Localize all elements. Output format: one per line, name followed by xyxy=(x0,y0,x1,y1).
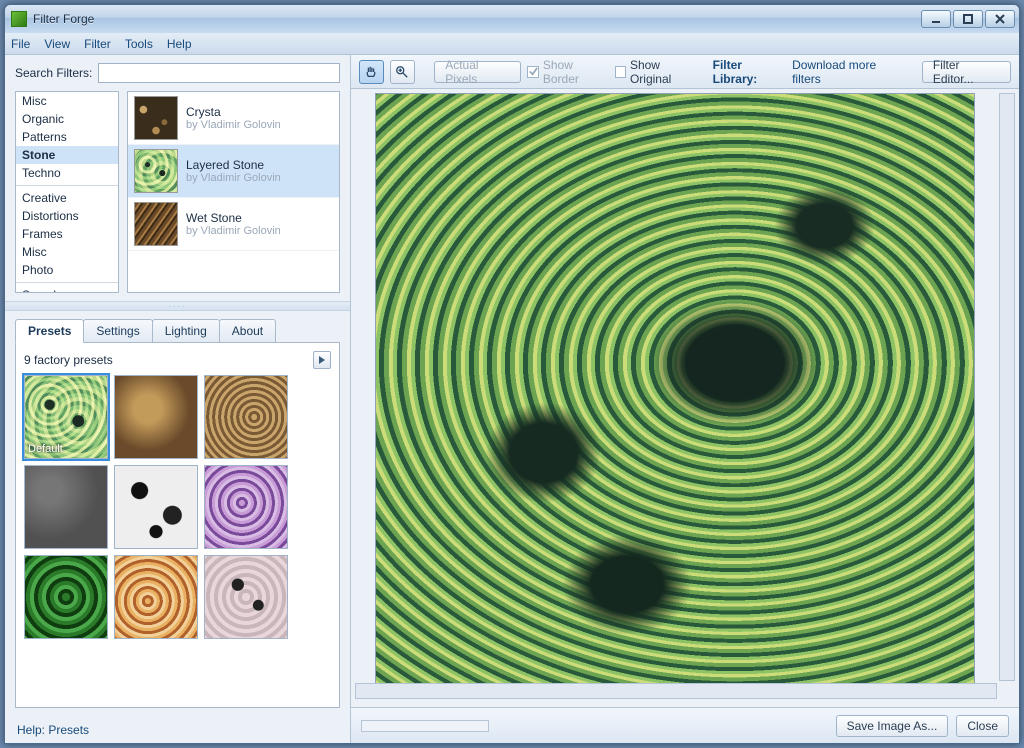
horizontal-scrollbar[interactable] xyxy=(355,683,997,699)
maximize-button[interactable] xyxy=(953,10,983,28)
filter-thumb xyxy=(134,96,178,140)
preset-swatch[interactable]: Default xyxy=(24,375,108,459)
filter-name: Wet Stone xyxy=(186,211,281,225)
download-filters-link[interactable]: Download more filters xyxy=(792,58,902,86)
zoom-tool-button[interactable] xyxy=(390,60,415,84)
preset-label: Default xyxy=(28,443,63,455)
preview-toolbar: Actual Pixels Show Border Show Original … xyxy=(351,55,1019,89)
preset-swatch[interactable] xyxy=(204,375,288,459)
pan-tool-button[interactable] xyxy=(359,60,384,84)
left-panel: Search Filters: MiscOrganicPatternsStone… xyxy=(5,55,351,743)
category-item[interactable]: Stone xyxy=(16,146,118,164)
tab-presets[interactable]: Presets xyxy=(15,319,84,343)
filter-item[interactable]: Wet Stoneby Vladimir Golovin xyxy=(128,198,339,251)
category-item[interactable]: Frames xyxy=(16,225,118,243)
actual-pixels-button[interactable]: Actual Pixels xyxy=(434,61,521,83)
menu-view[interactable]: View xyxy=(44,37,70,51)
filter-item[interactable]: Layered Stoneby Vladimir Golovin xyxy=(128,145,339,198)
render-progress xyxy=(361,720,489,732)
preset-swatch[interactable] xyxy=(114,555,198,639)
filter-library-label: Filter Library: xyxy=(713,58,786,86)
titlebar[interactable]: Filter Forge xyxy=(5,5,1019,33)
category-item[interactable]: Search xyxy=(16,286,118,293)
preset-swatch[interactable] xyxy=(24,465,108,549)
category-item[interactable]: Patterns xyxy=(16,128,118,146)
filter-name: Layered Stone xyxy=(186,158,281,172)
preset-swatch[interactable] xyxy=(204,465,288,549)
category-item[interactable]: Creative xyxy=(16,189,118,207)
splitter-handle[interactable]: ···· xyxy=(5,301,350,311)
right-panel: Actual Pixels Show Border Show Original … xyxy=(351,55,1019,743)
preset-swatch[interactable] xyxy=(204,555,288,639)
preset-swatch[interactable] xyxy=(114,465,198,549)
presets-panel: 9 factory presets Default xyxy=(15,342,340,708)
presets-count-label: 9 factory presets xyxy=(24,353,113,367)
menu-filter[interactable]: Filter xyxy=(84,37,111,51)
filter-thumb xyxy=(134,149,178,193)
filter-name: Crysta xyxy=(186,105,281,119)
tab-settings[interactable]: Settings xyxy=(83,319,152,343)
search-input[interactable] xyxy=(98,63,340,83)
category-item[interactable]: Misc xyxy=(16,243,118,261)
tab-lighting[interactable]: Lighting xyxy=(152,319,220,343)
menu-tools[interactable]: Tools xyxy=(125,37,153,51)
filter-author: by Vladimir Golovin xyxy=(186,119,281,131)
close-window-button[interactable] xyxy=(985,10,1015,28)
preset-next-button[interactable] xyxy=(313,351,331,369)
window-title: Filter Forge xyxy=(33,12,921,26)
vertical-scrollbar[interactable] xyxy=(999,93,1015,681)
filter-author: by Vladimir Golovin xyxy=(186,172,281,184)
show-border-checkbox[interactable]: Show Border xyxy=(527,58,608,86)
filter-item[interactable]: Crystaby Vladimir Golovin xyxy=(128,92,339,145)
category-item[interactable]: Organic xyxy=(16,110,118,128)
filter-list[interactable]: Crystaby Vladimir GolovinLayered Stoneby… xyxy=(127,91,340,293)
category-item[interactable]: Distortions xyxy=(16,207,118,225)
minimize-button[interactable] xyxy=(921,10,951,28)
help-presets-link[interactable]: Help: Presets xyxy=(5,717,350,743)
menubar: File View Filter Tools Help xyxy=(5,33,1019,55)
preview-canvas[interactable] xyxy=(375,93,975,693)
category-item[interactable]: Photo xyxy=(16,261,118,279)
filter-author: by Vladimir Golovin xyxy=(186,225,281,237)
filter-editor-button[interactable]: Filter Editor... xyxy=(922,61,1011,83)
app-window: Filter Forge File View Filter Tools Help… xyxy=(4,4,1020,744)
tab-about[interactable]: About xyxy=(219,319,276,343)
preset-swatch[interactable] xyxy=(114,375,198,459)
menu-file[interactable]: File xyxy=(11,37,30,51)
menu-help[interactable]: Help xyxy=(167,37,192,51)
show-original-checkbox[interactable]: Show Original xyxy=(615,58,701,86)
app-icon xyxy=(11,11,27,27)
category-item[interactable]: Misc xyxy=(16,92,118,110)
close-button[interactable]: Close xyxy=(956,715,1009,737)
save-image-button[interactable]: Save Image As... xyxy=(836,715,949,737)
search-label: Search Filters: xyxy=(15,66,92,80)
category-item[interactable]: Techno xyxy=(16,164,118,182)
preset-swatch[interactable] xyxy=(24,555,108,639)
filter-thumb xyxy=(134,202,178,246)
category-list[interactable]: MiscOrganicPatternsStoneTechnoCreativeDi… xyxy=(15,91,119,293)
